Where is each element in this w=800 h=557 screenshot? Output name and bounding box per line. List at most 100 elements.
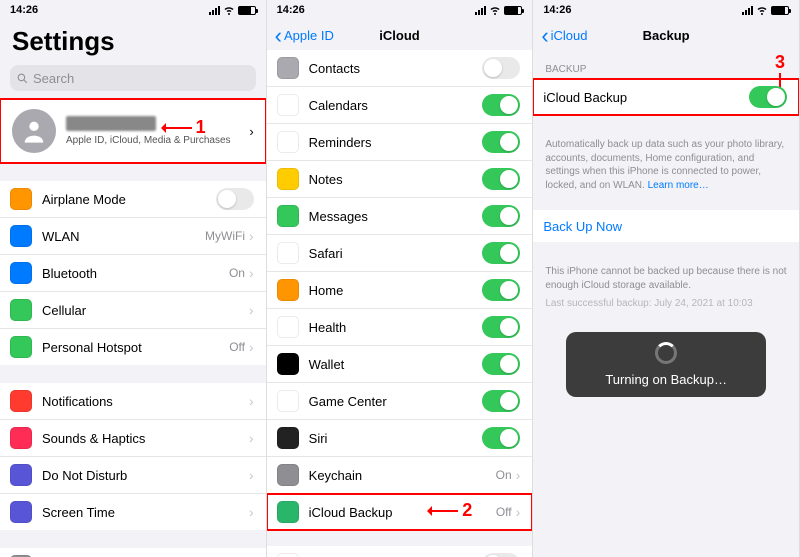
contacts-icon [277, 57, 299, 79]
phone-settings: 14:26 Settings Search Apple ID, iCloud, … [0, 0, 267, 557]
back-button[interactable]: iCloud [541, 28, 587, 43]
nav-title: iCloud [379, 28, 419, 43]
signal-icon [742, 6, 753, 15]
chevron-right-icon: › [249, 302, 254, 318]
search-icon [16, 72, 29, 85]
wallet-toggle[interactable] [482, 353, 520, 375]
screentime-icon [10, 501, 32, 523]
row-calendars[interactable]: Calendars [267, 87, 533, 124]
row-airplane[interactable]: Airplane Mode [0, 181, 266, 218]
backup-now-section: Back Up Now [533, 210, 799, 242]
messages-toggle[interactable] [482, 205, 520, 227]
row-icloudbackup[interactable]: iCloud BackupOff›2 [267, 494, 533, 530]
back-up-now-button[interactable]: Back Up Now [533, 210, 799, 242]
row-bluetooth[interactable]: BluetoothOn› [0, 255, 266, 292]
home-toggle[interactable] [482, 279, 520, 301]
cellular-icon [10, 299, 32, 321]
reminders-icon [277, 131, 299, 153]
learn-more-link[interactable]: Learn more… [648, 180, 709, 191]
gamecenter-toggle[interactable] [482, 390, 520, 412]
row-home[interactable]: Home [267, 272, 533, 309]
battery-icon [771, 6, 789, 15]
row-messages[interactable]: Messages [267, 198, 533, 235]
status-time: 14:26 [543, 4, 571, 16]
contacts-toggle[interactable] [482, 57, 520, 79]
row-value: Off [229, 340, 245, 354]
battery-icon [238, 6, 256, 15]
icloud-drive-section: iCloud Drive [267, 546, 533, 557]
notifications-section: Notifications› Sounds & Haptics › Do Not Di… [0, 383, 266, 530]
row-notes[interactable]: Notes [267, 161, 533, 198]
chevron-right-icon: › [249, 393, 254, 409]
general-section: General1›Control Center› [0, 548, 266, 557]
icloud-backup-label: iCloud Backup [543, 90, 749, 105]
row-reminders[interactable]: Reminders [267, 124, 533, 161]
keychain-icon [277, 464, 299, 486]
gamecenter-icon [277, 390, 299, 412]
row-label: Bluetooth [42, 266, 229, 281]
row-value: Off [496, 505, 512, 519]
backup-error-text: This iPhone cannot be backed up because … [533, 260, 799, 292]
row-general[interactable]: General1› [0, 548, 266, 557]
row-iclouddrive[interactable]: iCloud Drive [267, 546, 533, 557]
phone-icloud: 14:26 Apple ID iCloud Contacts Calendars R… [267, 0, 534, 557]
row-label: Keychain [309, 468, 496, 483]
row-wlan[interactable]: WLANMyWiFi› [0, 218, 266, 255]
row-value: On [496, 468, 512, 482]
nav-bar: Apple ID iCloud [267, 20, 533, 50]
spinner-icon [655, 342, 677, 364]
row-label: Safari [309, 246, 483, 261]
iclouddrive-toggle[interactable] [482, 553, 520, 557]
row-cellular[interactable]: Cellular› [0, 292, 266, 329]
row-keychain[interactable]: KeychainOn› [267, 457, 533, 494]
search-input[interactable]: Search [10, 65, 256, 91]
page-title: Settings [0, 20, 266, 65]
home-icon [277, 279, 299, 301]
section-header-backup: BACKUP [533, 50, 799, 79]
row-notifications[interactable]: Notifications› [0, 383, 266, 420]
row-contacts[interactable]: Contacts [267, 50, 533, 87]
row-label: Sounds & Haptics [42, 431, 245, 446]
row-screentime[interactable]: Screen Time› [0, 494, 266, 530]
calendars-toggle[interactable] [482, 94, 520, 116]
row-label: Home [309, 283, 483, 298]
chevron-right-icon: › [249, 228, 254, 244]
safari-icon [277, 242, 299, 264]
row-label: Reminders [309, 135, 483, 150]
row-value: On [229, 266, 245, 280]
row-label: Notes [309, 172, 483, 187]
siri-icon [277, 427, 299, 449]
row-wallet[interactable]: Wallet [267, 346, 533, 383]
row-gamecenter[interactable]: Game Center [267, 383, 533, 420]
health-toggle[interactable] [482, 316, 520, 338]
row-health[interactable]: Health [267, 309, 533, 346]
row-siri[interactable]: Siri [267, 420, 533, 457]
dnd-icon [10, 464, 32, 486]
status-bar: 14:26 [267, 0, 533, 20]
chevron-right-icon: › [249, 430, 254, 446]
row-dnd[interactable]: Do Not Disturb› [0, 457, 266, 494]
back-button[interactable]: Apple ID [275, 28, 334, 43]
row-label: Contacts [309, 61, 483, 76]
row-hotspot[interactable]: Personal HotspotOff› [0, 329, 266, 365]
avatar [12, 109, 56, 153]
profile-subtitle: Apple ID, iCloud, Media & Purchases [66, 135, 249, 146]
row-label: Calendars [309, 98, 483, 113]
row-safari[interactable]: Safari [267, 235, 533, 272]
wifi-icon [489, 4, 501, 16]
row-value: MyWiFi [205, 229, 245, 243]
siri-toggle[interactable] [482, 427, 520, 449]
reminders-toggle[interactable] [482, 131, 520, 153]
icloud-backup-toggle-row[interactable]: iCloud Backup [533, 79, 799, 115]
connectivity-section: Airplane ModeWLANMyWiFi›BluetoothOn›Cell… [0, 181, 266, 365]
row-sounds[interactable]: Sounds & Haptics › [0, 420, 266, 457]
icloud-backup-toggle[interactable] [749, 86, 787, 108]
airplane-toggle[interactable] [216, 188, 254, 210]
status-bar: 14:26 [533, 0, 799, 20]
notes-toggle[interactable] [482, 168, 520, 190]
apple-id-row[interactable]: Apple ID, iCloud, Media & Purchases › 1 [0, 99, 266, 163]
safari-toggle[interactable] [482, 242, 520, 264]
row-label: Personal Hotspot [42, 340, 229, 355]
status-time: 14:26 [10, 4, 38, 16]
sounds-icon [10, 427, 32, 449]
